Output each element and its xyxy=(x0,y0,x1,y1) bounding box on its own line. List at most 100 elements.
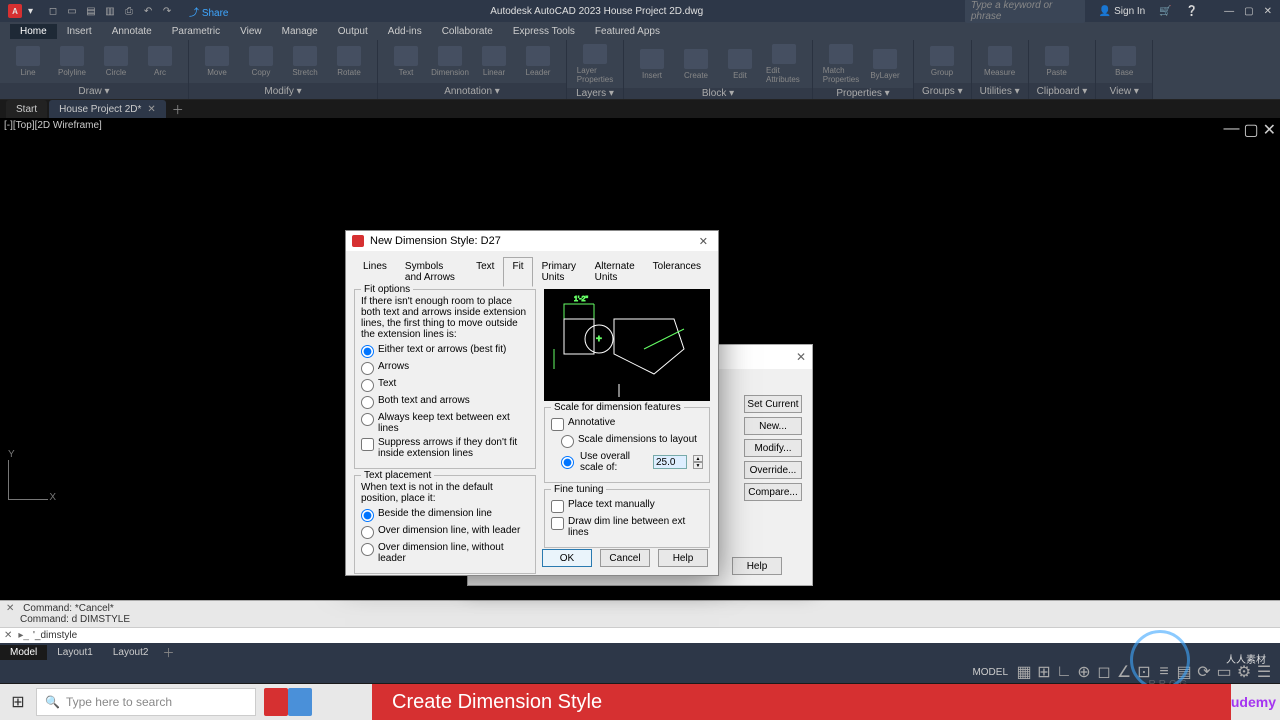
settings-icon[interactable]: ☰ xyxy=(1256,664,1272,680)
annotation-icon[interactable]: ▭ xyxy=(1216,664,1232,680)
signin-button[interactable]: 👤 Sign In xyxy=(1099,6,1145,17)
text-placement-radio[interactable] xyxy=(361,526,374,539)
redo-icon[interactable]: ↷ xyxy=(159,3,175,19)
ribbon-button[interactable]: Dimension xyxy=(432,46,468,77)
command-history-close-icon[interactable]: ✕ xyxy=(6,603,14,614)
ribbon-panel-label[interactable]: Properties ▾ xyxy=(813,88,913,99)
ribbon-panel-label[interactable]: Modify ▾ xyxy=(189,83,377,99)
fit-option-radio[interactable] xyxy=(361,345,374,358)
ribbon-tab[interactable]: Express Tools xyxy=(503,24,585,39)
ribbon-button[interactable]: Text xyxy=(388,46,424,77)
ribbon-button[interactable]: Linear xyxy=(476,46,512,77)
doc-tab-start[interactable]: Start xyxy=(6,100,47,118)
dialog-tab[interactable]: Tolerances xyxy=(644,257,710,287)
suppress-arrows-checkbox[interactable] xyxy=(361,438,374,451)
scale-overall-radio[interactable] xyxy=(561,456,574,469)
command-input[interactable]: '_dimstyle xyxy=(33,630,77,641)
dialog-tab[interactable]: Lines xyxy=(354,257,396,287)
doc-tab-house[interactable]: House Project 2D*✕ xyxy=(49,100,166,118)
dialog-tab[interactable]: Primary Units xyxy=(533,257,586,287)
ribbon-button[interactable]: Edit xyxy=(722,49,758,80)
ribbon-panel-label[interactable]: Clipboard ▾ xyxy=(1029,83,1096,99)
fit-option-radio[interactable] xyxy=(361,396,374,409)
set-currentbutton[interactable]: Set Current xyxy=(744,395,802,413)
help-button[interactable]: Help xyxy=(732,557,782,575)
fit-option-radio[interactable] xyxy=(361,379,374,392)
ribbon-button[interactable]: Insert xyxy=(634,49,670,80)
ribbon-panel-label[interactable]: View ▾ xyxy=(1096,83,1152,99)
text-placement-radio[interactable] xyxy=(361,509,374,522)
ribbon-button[interactable]: Leader xyxy=(520,46,556,77)
close-icon[interactable]: ✕ xyxy=(147,104,155,115)
ribbon-button[interactable]: Polyline xyxy=(54,46,90,77)
ribbon-panel-label[interactable]: Block ▾ xyxy=(624,88,812,99)
fit-option-radio[interactable] xyxy=(361,362,374,375)
ok-button[interactable]: OK xyxy=(542,549,592,567)
command-input-close-icon[interactable]: ✕ xyxy=(4,630,12,641)
ribbon-button[interactable]: ByLayer xyxy=(867,49,903,80)
ribbon-tab[interactable]: Featured Apps xyxy=(585,24,670,39)
ribbon-panel-label[interactable]: Annotation ▾ xyxy=(378,83,566,99)
exchange-icon[interactable]: 🛒 xyxy=(1159,6,1171,17)
dialog-tab[interactable]: Symbols and Arrows xyxy=(396,257,467,287)
status-model[interactable]: MODEL xyxy=(968,665,1012,680)
layout-tab-2[interactable]: Layout2 xyxy=(103,645,159,660)
new-button[interactable]: New... xyxy=(744,417,802,435)
viewport-label[interactable]: [-][Top][2D Wireframe] xyxy=(4,120,102,131)
ribbon-button[interactable]: Rotate xyxy=(331,46,367,77)
dialog-close-button[interactable]: ✕ xyxy=(695,235,712,248)
ribbon-tab[interactable]: Collaborate xyxy=(432,24,503,39)
ribbon-tab[interactable]: View xyxy=(230,24,272,39)
layout-tab-1[interactable]: Layout1 xyxy=(47,645,103,660)
ribbon-button[interactable]: Line xyxy=(10,46,46,77)
ribbon-button[interactable]: Measure xyxy=(982,46,1018,77)
snap-icon[interactable]: ⊞ xyxy=(1036,664,1052,680)
viewport-close-icon[interactable]: ✕ xyxy=(1263,120,1276,140)
annotative-checkbox[interactable] xyxy=(551,418,564,431)
window-restore-icon[interactable]: ▢ xyxy=(1244,6,1253,17)
ribbon-button[interactable]: Move xyxy=(199,46,235,77)
ribbon-button[interactable]: Create xyxy=(678,49,714,80)
place-manually-checkbox[interactable] xyxy=(551,500,564,513)
text-placement-radio[interactable] xyxy=(361,543,374,556)
ribbon-button[interactable]: Edit Attributes xyxy=(766,44,802,84)
ribbon-button[interactable]: Match Properties xyxy=(823,44,859,84)
cycling-icon[interactable]: ⟳ xyxy=(1196,664,1212,680)
help-icon[interactable]: ❔ xyxy=(1186,6,1198,17)
ribbon-panel-label[interactable]: Groups ▾ xyxy=(914,83,971,99)
ribbon-tab[interactable]: Insert xyxy=(57,24,102,39)
polar-icon[interactable]: ⊕ xyxy=(1076,664,1092,680)
ribbon-tab[interactable]: Home xyxy=(10,24,57,39)
viewport-minimize-icon[interactable]: — xyxy=(1223,120,1239,140)
ribbon-panel-label[interactable]: Layers ▾ xyxy=(567,88,623,99)
spinner-down-button[interactable]: ▼ xyxy=(693,462,703,469)
saveas-icon[interactable]: ▥ xyxy=(102,3,118,19)
print-icon[interactable]: ⎙ xyxy=(121,3,137,19)
keyword-search[interactable]: Type a keyword or phrase xyxy=(965,0,1085,23)
taskbar-app-icon[interactable] xyxy=(264,688,288,716)
ribbon-button[interactable]: Arc xyxy=(142,46,178,77)
ribbon-button[interactable]: Base xyxy=(1106,46,1142,77)
otrack-icon[interactable]: ∠ xyxy=(1116,664,1132,680)
save-icon[interactable]: ▤ xyxy=(83,3,99,19)
cancel-button[interactable]: Cancel xyxy=(600,549,650,567)
scale-layout-radio[interactable] xyxy=(561,435,574,448)
ribbon-button[interactable]: Copy xyxy=(243,46,279,77)
overall-scale-input[interactable] xyxy=(653,455,687,469)
add-layout-button[interactable]: ＋ xyxy=(162,644,174,661)
modify-button[interactable]: Modify... xyxy=(744,439,802,457)
close-icon[interactable]: ✕ xyxy=(796,350,806,364)
ribbon-tab[interactable]: Manage xyxy=(272,24,328,39)
grid-icon[interactable]: ▦ xyxy=(1016,664,1032,680)
viewport-restore-icon[interactable]: ▢ xyxy=(1243,120,1258,140)
ortho-icon[interactable]: ∟ xyxy=(1056,664,1072,680)
draw-between-checkbox[interactable] xyxy=(551,517,564,530)
compare-button[interactable]: Compare... xyxy=(744,483,802,501)
ribbon-tab[interactable]: Annotate xyxy=(102,24,162,39)
app-menu-dropdown[interactable]: ▾ xyxy=(28,6,33,17)
share-button[interactable]: ⤴ Share xyxy=(189,4,228,19)
windows-search[interactable]: 🔍 Type here to search xyxy=(36,688,256,716)
spinner-up-button[interactable]: ▲ xyxy=(693,455,703,462)
taskbar-app-icon[interactable] xyxy=(288,688,312,716)
ribbon-button[interactable]: Stretch xyxy=(287,46,323,77)
